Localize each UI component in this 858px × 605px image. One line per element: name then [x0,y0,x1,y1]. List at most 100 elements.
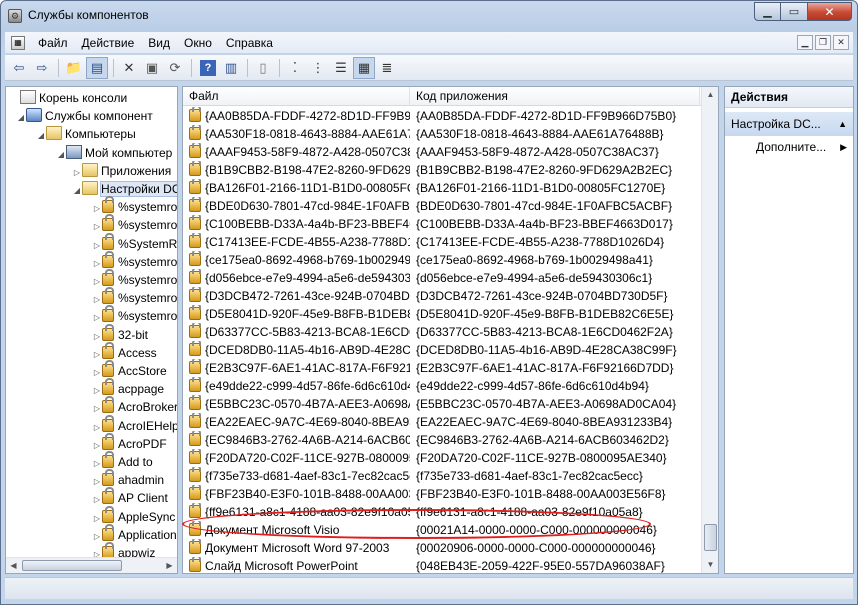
minimize-button[interactable]: ▁ [754,2,781,21]
expand-arrow-icon[interactable]: ◢ [56,146,66,164]
tree-node[interactable]: ▷%systemroot% [92,196,177,216]
actions-section[interactable]: Настройка DC... ▲ [725,112,853,136]
tree-node[interactable]: ▷%systemroot% [92,214,177,234]
table-row[interactable]: {BDE0D630-7801-47cd-984E-1F0AFBC5ACBF} {B… [183,197,703,215]
expand-arrow-icon[interactable]: ◢ [16,109,26,127]
list-vertical-scrollbar[interactable]: ▲ ▼ [701,87,718,573]
tree-node[interactable]: ▷ ahadmin [92,469,164,489]
menu-help[interactable]: Справка [219,36,280,50]
up-folder-icon[interactable]: 📁 [63,57,85,79]
refresh-icon[interactable]: ⟳ [164,57,186,79]
table-row[interactable]: {AAAF9453-58F9-4872-A428-0507C38AC37} {AA… [183,143,703,161]
title-bar[interactable]: ⚙ Службы компонентов ▁ ▭ ✕ [1,1,857,31]
back-arrow-icon[interactable]: ⇦ [8,57,30,79]
tree-node[interactable]: ▷ AcroPDF [92,432,167,453]
large-icons-view-icon[interactable]: ⁚ [284,57,306,79]
tree-node[interactable]: ◢ Настройки DCOM [72,180,177,200]
tree-node[interactable]: ▷ 32-bit [92,323,148,344]
show-tree-icon[interactable]: ▤ [86,56,108,79]
delete-icon[interactable]: ✕ [118,57,140,79]
expand-arrow-icon[interactable]: ◢ [36,127,46,145]
collapse-arrow-icon[interactable]: ▲ [838,112,853,136]
table-row[interactable]: {E2B3C97F-6AE1-41AC-817A-F6F92166D7DD} {E… [183,359,703,377]
toolbar-separator [58,58,59,77]
tree-node[interactable]: ▷%SystemRoot% [92,232,177,253]
tree-node[interactable]: ◢ Службы компонент [16,107,153,125]
tree-node[interactable]: ▷ Приложения [72,162,171,180]
console-menu-icon[interactable]: ▦ [11,35,25,50]
expand-arrow-icon[interactable]: ◢ [72,182,82,200]
action-more[interactable]: Дополните... ▶ [725,136,853,158]
tree-node[interactable]: ▷ Application [92,523,177,544]
menu-view[interactable]: Вид [141,36,177,50]
small-icons-view-icon[interactable]: ⋮ [307,57,329,79]
help-icon[interactable]: ? [200,59,216,76]
details-alt-view-icon[interactable]: ≣ [376,57,398,79]
table-row[interactable]: {B1B9CBB2-B198-47E2-8260-9FD629A2B2EC} {B… [183,161,703,179]
menu-window[interactable]: Окно [177,36,219,50]
scroll-right-arrow-icon[interactable]: ▶ [162,558,177,573]
table-row[interactable]: {AA0B85DA-FDDF-4272-8D1D-FF9B966D75B0} {A… [183,107,703,125]
table-row[interactable]: {D5E8041D-920F-45e9-B8FB-B1DEB82C6E5E} {D… [183,305,703,323]
console-tree-pane[interactable]: Корень консоли ◢ Службы компонент ◢ Компьюте… [5,86,178,574]
scroll-left-arrow-icon[interactable]: ◀ [6,558,21,573]
table-row[interactable]: {BA126F01-2166-11D1-B1D0-00805FC1270E} {B… [183,179,703,197]
table-row[interactable]: {D63377CC-5B83-4213-BCA8-1E6CD0462F2A} {D… [183,323,703,341]
tree-node[interactable]: ▷ AccStore [92,360,167,380]
table-row-highlighted[interactable]: Документ Microsoft Word 97-2003 {00020906… [183,539,703,557]
menu-action[interactable]: Действие [75,36,142,50]
table-row[interactable]: {EA22EAEC-9A7C-4E69-8040-8BEA93123B4} {EA… [183,413,703,431]
table-row[interactable]: {d056ebce-e7e9-4994-a5e6-de59430306c1} {d… [183,269,703,287]
column-file[interactable]: Файл [183,87,410,106]
table-row[interactable]: {f735e733-d681-4aef-83c1-7ec82cac5ecc} {f… [183,467,703,485]
scroll-up-arrow-icon[interactable]: ▲ [703,87,718,103]
close-button[interactable]: ✕ [808,2,852,21]
tree-node[interactable]: ▷AcroIEHelper [92,414,177,435]
maximize-button[interactable]: ▭ [781,2,808,21]
action-pane-icon[interactable]: ▥ [220,57,242,79]
tree-node[interactable]: ▷ AcroBroker [92,396,177,416]
table-row[interactable]: {F20DA720-C02F-11CE-927B-0800095AE340} {F… [183,449,703,467]
list-view-icon[interactable]: ☰ [330,57,352,79]
table-row[interactable]: {AA530F18-0818-4643-8884-AAE61A76488B} {A… [183,125,703,143]
table-row[interactable]: {E5BBC23C-0570-4B7A-AEE3-A0698AD0CA04} {E… [183,395,703,413]
tree-node[interactable]: Корень консоли [10,89,127,107]
details-list-pane[interactable]: Файл Код приложения {AA0B85DA-FDDF-4272-… [182,86,719,574]
tree-node[interactable]: ▷%systemroot% [92,305,177,325]
column-appid[interactable]: Код приложения [410,87,700,106]
child-close-button[interactable]: ✕ [833,35,849,50]
cell-file-text: {D3DCB472-7261-43ce-924B-0704BD730D5F} [205,289,410,303]
tree-horizontal-scrollbar[interactable]: ◀ ▶ [6,557,177,573]
tree-node[interactable]: ▷%systemroot% [92,287,177,307]
computer-icon[interactable]: ▯ [252,57,274,79]
table-row[interactable]: {D3DCB472-7261-43ce-924B-0704BD730D5F} {D… [183,287,703,305]
properties-icon[interactable]: ▣ [141,57,163,79]
tree-node[interactable]: ▷ Add to [92,451,153,471]
table-row[interactable]: Слайд Microsoft PowerPoint {048EB43E-2059… [183,557,703,573]
tree-node[interactable]: ◢ Компьютеры [36,125,136,143]
tree-node[interactable]: ▷ AppleSync [92,505,175,526]
tree-node[interactable]: ▷%systemroot% [92,250,177,271]
table-row[interactable]: {DCED8DB0-11A5-4b16-AB9D-4E28CA38C99F} {D… [183,341,703,359]
tree-node[interactable]: ▷ AP Client [92,487,168,507]
scroll-down-arrow-icon[interactable]: ▼ [703,557,718,573]
table-row[interactable]: {EC9846B3-2762-4A6B-A214-6ACB603462D2} {E… [183,431,703,449]
child-minimize-button[interactable]: ▁ [797,35,813,50]
table-row[interactable]: {C17413EE-FCDE-4B55-A238-7788D1026D04} {C… [183,233,703,251]
details-view-icon[interactable]: ▦ [353,56,375,79]
forward-arrow-icon[interactable]: ⇨ [31,57,53,79]
menu-file[interactable]: Файл [31,36,75,50]
tree-node[interactable]: ▷ Access [92,341,157,362]
tree-node[interactable]: ▷ acppage [92,378,164,398]
table-row[interactable]: {C100BEBB-D33A-4a4b-BF23-BBEF4663D017} {C… [183,215,703,233]
table-row[interactable]: {e49dde22-c999-4d57-86fe-6d6c610d4b94} {e… [183,377,703,395]
table-row[interactable]: {ce175ea0-8692-4968-b769-1b0029498a41} {c… [183,251,703,269]
scroll-thumb[interactable] [22,560,122,571]
table-row[interactable]: Документ Microsoft Visio {00021A14-0000-0… [183,521,703,539]
table-row[interactable]: {FBF23B40-E3F0-101B-8488-00AA003E56F8} {F… [183,485,703,503]
tree-node[interactable]: ◢ Мой компьютер [56,144,172,162]
scroll-thumb[interactable] [704,524,717,551]
table-row[interactable]: {ff9e6131-a8c1-4188-aa03-82e9f10a05a8} {f… [183,503,703,521]
child-restore-button[interactable]: ❐ [815,35,831,50]
tree-node[interactable]: ▷%systemroot% [92,269,177,289]
